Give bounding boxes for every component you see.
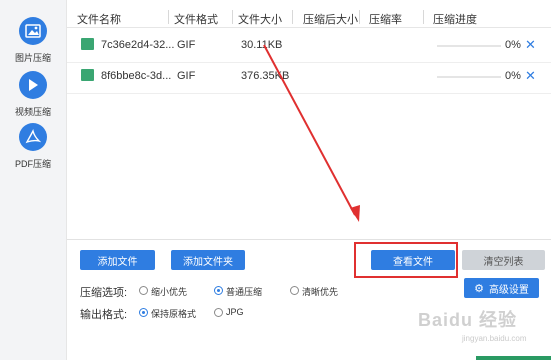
app-window: 图片压缩 视频压缩 PDF压缩 文件名称 文件格式 文件大小 压缩后大小 压缩率… xyxy=(0,0,551,360)
watermark-url: jingyan.baidu.com xyxy=(462,334,527,343)
bottom-strip xyxy=(476,356,551,360)
watermark: Baidu 经验 xyxy=(418,310,518,330)
